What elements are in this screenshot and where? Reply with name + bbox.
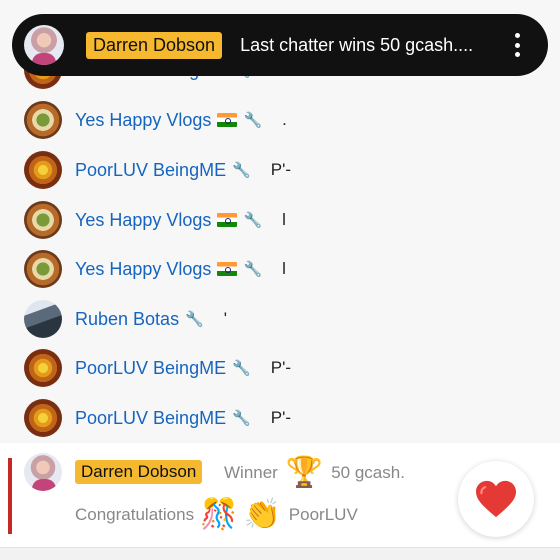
wrench-icon: 🔧 — [232, 162, 251, 179]
message-text: P'- — [270, 160, 292, 179]
india-flag-icon — [217, 262, 238, 276]
chat-message[interactable]: Ruben Botas 🔧 ' — [24, 299, 227, 339]
message-text: ' — [223, 309, 228, 328]
bottom-divider — [0, 547, 560, 560]
author-name[interactable]: Yes Happy Vlogs — [75, 110, 211, 131]
author-name[interactable]: PoorLUV BeingME — [75, 358, 226, 379]
heart-icon — [476, 480, 516, 518]
pinned-author-badge[interactable]: Darren Dobson — [86, 31, 223, 59]
chat-message[interactable]: Yes Happy Vlogs 🔧 l — [24, 200, 286, 240]
mention-text: PoorLUV — [288, 505, 358, 524]
wrench-icon: 🔧 — [232, 410, 251, 427]
user-avatar[interactable] — [24, 201, 62, 239]
chat-message-list[interactable]: PoorLUV BeingME 🔧 Yes Happy Vlogs 🔧 . Po… — [0, 0, 560, 442]
wrench-icon: 🔧 — [243, 261, 263, 278]
winner-highlight-card: Darren Dobson Winner 🏆 50 gcash. Congrat… — [0, 443, 560, 547]
wrench-icon: 🔧 — [185, 311, 204, 328]
chat-message[interactable]: PoorLUV BeingME 🔧 P'- — [24, 398, 291, 438]
message-text: l — [282, 259, 286, 278]
message-text: P'- — [270, 408, 292, 427]
more-vertical-icon[interactable] — [514, 33, 520, 57]
trophy-icon: 🏆 — [285, 456, 324, 489]
user-avatar[interactable] — [24, 101, 62, 139]
user-avatar[interactable] — [24, 300, 62, 338]
winner-line: Winner 🏆 50 gcash. — [224, 453, 405, 493]
author-name[interactable]: PoorLUV BeingME — [75, 408, 226, 429]
clapping-hands-icon: 👏 — [243, 498, 281, 531]
message-text: . — [282, 110, 287, 129]
message-text: l — [282, 210, 286, 229]
pinned-message-text: Last chatter wins 50 gcash.... — [240, 34, 474, 55]
message-text: P'- — [270, 358, 292, 377]
congrats-text: Congratulations — [75, 505, 195, 524]
user-avatar[interactable] — [24, 151, 62, 189]
pinned-user-avatar[interactable] — [24, 25, 64, 65]
winner-label: Winner — [224, 463, 278, 482]
wrench-icon: 🔧 — [243, 212, 263, 229]
wrench-icon: 🔧 — [232, 360, 251, 377]
india-flag-icon — [217, 213, 238, 227]
author-name[interactable]: PoorLUV BeingME — [75, 160, 226, 181]
heart-reaction-button[interactable] — [458, 461, 534, 537]
author-name[interactable]: Yes Happy Vlogs — [75, 259, 211, 280]
winner-avatar[interactable] — [24, 453, 62, 491]
chat-message[interactable]: Yes Happy Vlogs 🔧 . — [24, 100, 287, 140]
chat-message[interactable]: PoorLUV BeingME 🔧 P'- — [24, 348, 291, 388]
congrats-line: Congratulations 🎊 👏 PoorLUV — [75, 495, 358, 535]
author-name[interactable]: Ruben Botas — [75, 309, 179, 330]
india-flag-icon — [217, 113, 238, 127]
wrench-icon: 🔧 — [243, 112, 263, 129]
user-avatar[interactable] — [24, 349, 62, 387]
winner-name-badge[interactable]: Darren Dobson — [75, 460, 203, 484]
pinned-message-banner[interactable]: Darren Dobson Last chatter wins 50 gcash… — [12, 14, 548, 76]
user-avatar[interactable] — [24, 250, 62, 288]
chat-message[interactable]: PoorLUV BeingME 🔧 P'- — [24, 150, 291, 190]
author-name[interactable]: Yes Happy Vlogs — [75, 210, 211, 231]
party-popper-icon: 🎊 — [200, 498, 238, 531]
prize-text: 50 gcash. — [331, 463, 405, 482]
accent-bar — [8, 458, 12, 534]
chat-message[interactable]: Yes Happy Vlogs 🔧 l — [24, 249, 286, 289]
user-avatar[interactable] — [24, 399, 62, 437]
